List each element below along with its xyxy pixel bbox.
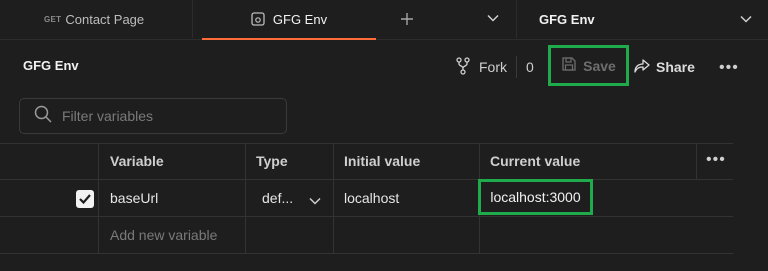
divider	[516, 56, 517, 78]
share-icon	[634, 58, 656, 76]
tab-contact-page[interactable]: GET Contact Page	[0, 0, 193, 38]
chevron-down-icon[interactable]	[309, 192, 321, 210]
more-icon[interactable]: •••	[719, 59, 739, 77]
fork-icon	[455, 56, 479, 78]
variables-table: Variable Type Initial value Current valu…	[0, 143, 733, 254]
fork-count: 0	[526, 59, 534, 75]
environment-selector[interactable]: GFG Env	[516, 0, 768, 38]
column-header-initial-value: Initial value	[344, 153, 421, 169]
column-header-variable: Variable	[110, 153, 164, 169]
tab-bar: GET Contact Page GFG Env GFG Env	[0, 0, 768, 40]
environment-selector-label: GFG Env	[539, 11, 595, 27]
table-border	[98, 143, 99, 253]
save-button[interactable]: Save	[548, 45, 629, 86]
chevron-down-icon[interactable]	[484, 9, 502, 27]
more-icon[interactable]: •••	[706, 151, 726, 169]
fork-button[interactable]: Fork	[455, 56, 507, 78]
variable-name-cell[interactable]: baseUrl	[110, 180, 158, 216]
column-header-type: Type	[256, 153, 288, 169]
save-label: Save	[583, 57, 616, 74]
current-value-cell[interactable]: localhost:3000	[478, 179, 593, 215]
tab-label: Contact Page	[65, 11, 145, 27]
tab-gfg-env[interactable]: GFG Env	[202, 0, 376, 38]
active-tab-indicator	[202, 38, 376, 40]
share-button[interactable]: Share	[634, 57, 695, 77]
type-cell[interactable]: def...	[262, 180, 293, 216]
column-header-current-value: Current value	[490, 153, 581, 169]
filter-variables-field[interactable]	[19, 98, 287, 134]
checkbox-checked-icon[interactable]	[76, 190, 94, 208]
save-icon	[561, 56, 583, 75]
chevron-down-icon	[740, 11, 752, 26]
tab-label: GFG Env	[272, 11, 328, 27]
request-method-badge: GET	[44, 14, 62, 24]
plus-icon[interactable]	[392, 7, 422, 31]
table-border	[0, 253, 733, 254]
table-border	[333, 143, 334, 253]
environment-icon	[251, 12, 265, 26]
filter-variables-input[interactable]	[62, 108, 272, 124]
table-border	[245, 143, 246, 253]
table-border	[696, 143, 697, 179]
add-new-variable-input[interactable]: Add new variable	[110, 217, 217, 253]
initial-value-cell[interactable]: localhost	[344, 180, 399, 216]
share-label: Share	[656, 59, 695, 75]
page-title: GFG Env	[23, 58, 79, 73]
fork-label: Fork	[479, 59, 507, 75]
search-icon	[34, 105, 62, 128]
